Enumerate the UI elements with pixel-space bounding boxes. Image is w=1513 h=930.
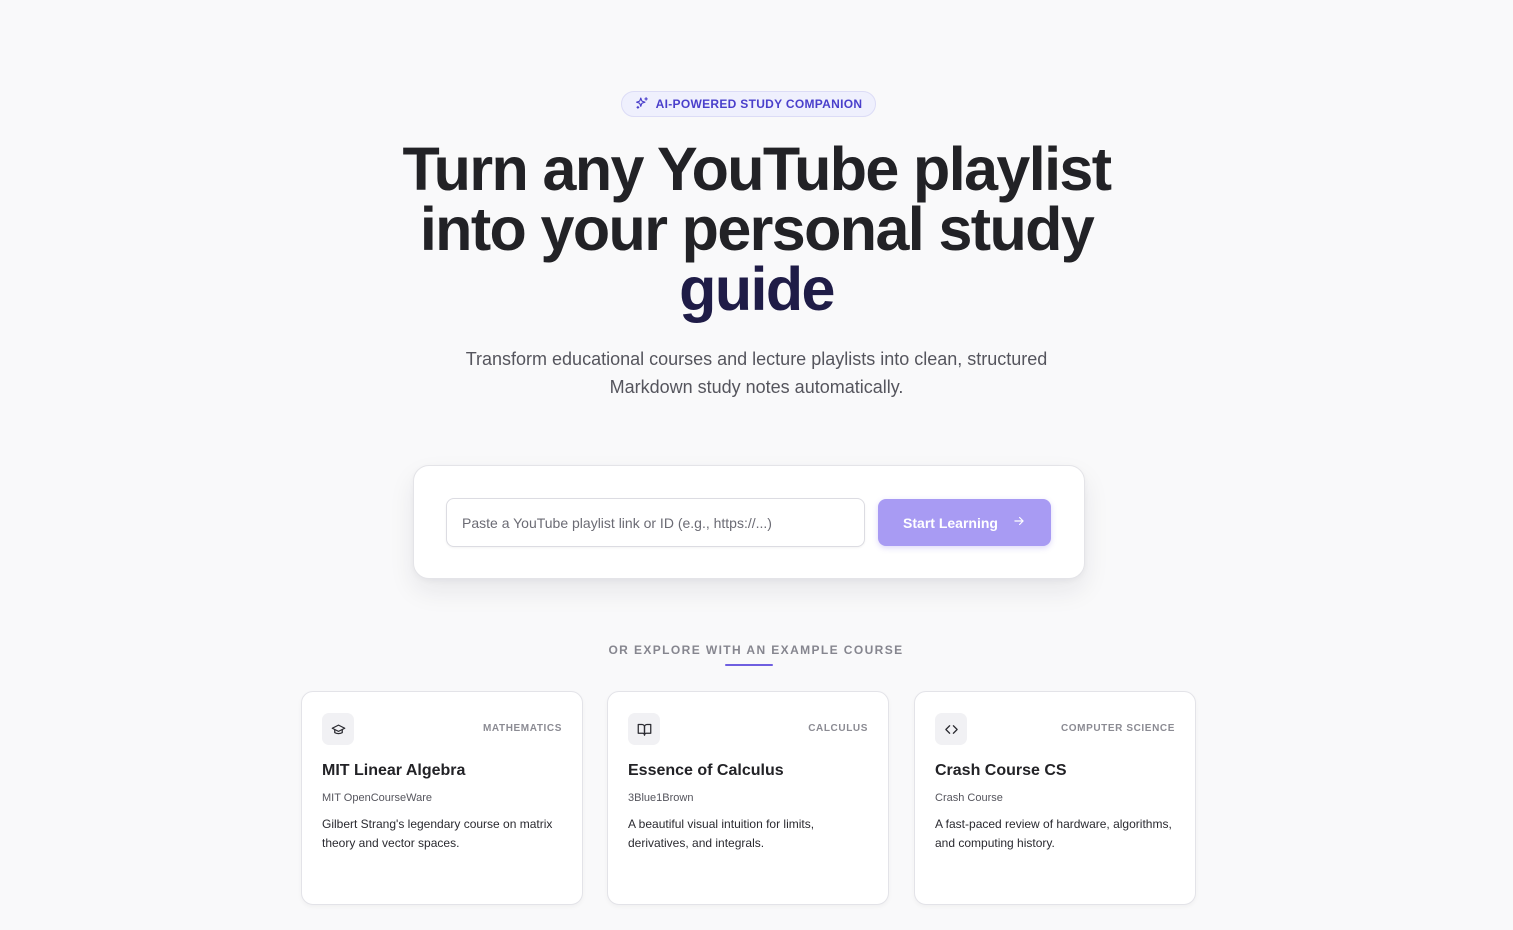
course-title: Crash Course CS (935, 762, 1067, 779)
course-title: Essence of Calculus (628, 762, 784, 779)
course-title: MIT Linear Algebra (322, 762, 466, 779)
course-description: A fast-paced review of hardware, algorit… (935, 817, 1172, 850)
arrow-right-icon (1012, 514, 1026, 531)
course-category: COMPUTER SCIENCE (1060, 723, 1175, 734)
hero-title-line2: into your personal study (419, 195, 1095, 263)
playlist-input-card: Start Learning (413, 465, 1085, 579)
course-author: MIT OpenCourseWare (322, 792, 433, 804)
course-description: A beautiful visual intuition for limits,… (628, 817, 815, 850)
course-card-essence-of-calculus[interactable]: CALCULUS Essence of Calculus 3Blue1Brown… (607, 691, 889, 905)
hero-subtitle-line2: Markdown study notes automatically. (609, 377, 904, 397)
badge-label: AI-POWERED STUDY COMPANION (655, 97, 863, 111)
course-author: Crash Course (935, 792, 1003, 804)
book-open-icon (628, 713, 660, 745)
course-category: CALCULUS (808, 723, 868, 734)
explore-section-label: OR EXPLORE WITH AN EXAMPLE COURSE (608, 643, 904, 657)
hero-title: Turn any YouTube playlist into your pers… (300, 139, 1213, 320)
course-card-mit-linear-algebra[interactable]: MATHEMATICS MIT Linear Algebra MIT OpenC… (301, 691, 583, 905)
start-learning-label: Start Learning (903, 514, 998, 531)
sparkles-icon (635, 96, 649, 113)
landing-page: AI-POWERED STUDY COMPANION Turn any YouT… (0, 0, 1513, 930)
course-description: Gilbert Strang's legendary course on mat… (322, 817, 553, 850)
hero-title-line1: Turn any YouTube playlist (402, 135, 1113, 203)
hero-title-accent: guide (679, 255, 835, 323)
explore-underline (725, 664, 773, 666)
hero-subtitle-line1: Transform educational courses and lectur… (465, 349, 1048, 369)
playlist-url-input[interactable] (446, 498, 865, 547)
course-card-crash-course-cs[interactable]: COMPUTER SCIENCE Crash Course CS Crash C… (914, 691, 1196, 905)
code-icon (935, 713, 967, 745)
course-author: 3Blue1Brown (628, 792, 694, 804)
graduation-cap-icon (322, 713, 354, 745)
start-learning-button[interactable]: Start Learning (878, 499, 1051, 546)
ai-badge: AI-POWERED STUDY COMPANION (621, 91, 876, 117)
hero-subtitle: Transform educational courses and lectur… (420, 345, 1093, 401)
course-category: MATHEMATICS (483, 723, 562, 734)
